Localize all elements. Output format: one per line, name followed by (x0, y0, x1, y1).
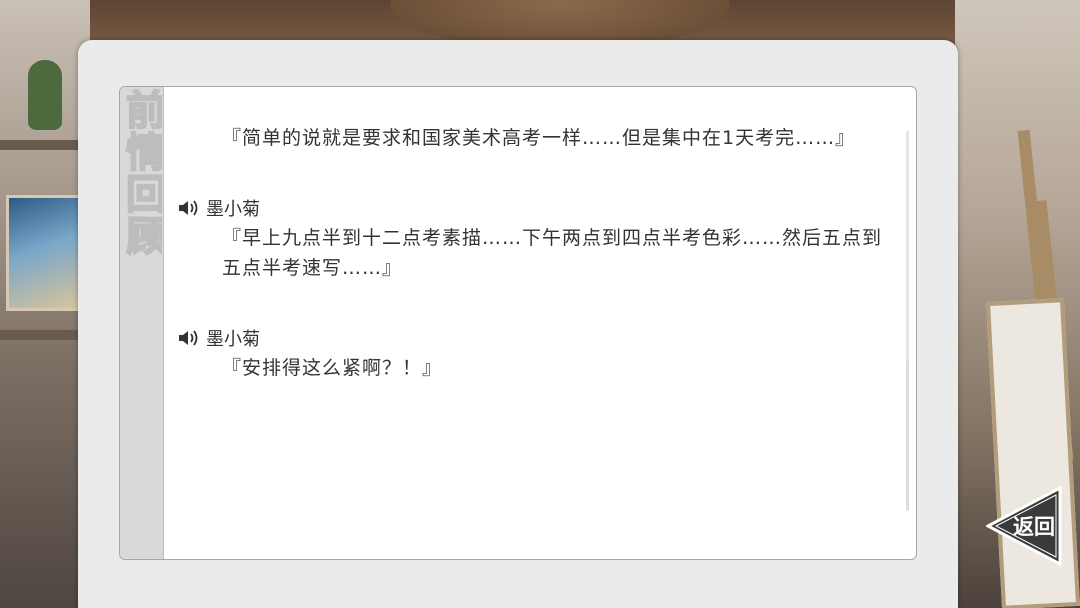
backlog-entry: 墨小菊 『早上九点半到十二点考素描……下午两点到四点半考色彩……然后五点到五点半… (178, 193, 898, 283)
dialogue-text: 『简单的说就是要求和国家美术高考一样……但是集中在1天考完……』 (222, 127, 856, 149)
dialogue-text: 『安排得这么紧啊？！』 (222, 357, 443, 379)
backlog-title: 前情回顾 (122, 89, 162, 258)
plant-vase (28, 60, 62, 130)
scrollbar-track[interactable] (906, 131, 909, 511)
dialogue-text: 『早上九点半到十二点考素描……下午两点到四点半考色彩……然后五点到五点半考速写…… (222, 227, 883, 279)
shelf (0, 330, 90, 340)
shelf (0, 140, 90, 150)
wall-painting (6, 195, 86, 311)
backlog-frame[interactable]: 前情回顾 『简单的说就是要求和国家美术高考一样……但是集中在1天考完……』 墨小… (119, 86, 917, 560)
speaker-row: 墨小菊 (178, 193, 898, 223)
speaker-row: 墨小菊 (178, 323, 898, 353)
backlog-list[interactable]: 『简单的说就是要求和国家美术高考一样……但是集中在1天考完……』 墨小菊 『早上… (178, 123, 898, 423)
speaker-name: 墨小菊 (206, 199, 260, 220)
speaker-name: 墨小菊 (206, 329, 260, 350)
scrollbar-thumb[interactable] (906, 131, 909, 361)
game-screen: 前情回顾 『简单的说就是要求和国家美术高考一样……但是集中在1天考完……』 墨小… (0, 0, 1080, 608)
speaker-icon[interactable] (178, 329, 200, 347)
backlog-entry: 墨小菊 『安排得这么紧啊？！』 (178, 323, 898, 383)
back-button[interactable]: 返回 (986, 484, 1070, 568)
background-left-scene (0, 0, 90, 608)
back-button-label: 返回 (1013, 515, 1055, 539)
backlog-side-strip: 前情回顾 (120, 87, 164, 559)
backlog-entry: 『简单的说就是要求和国家美术高考一样……但是集中在1天考完……』 (178, 123, 898, 153)
speaker-icon[interactable] (178, 199, 200, 217)
